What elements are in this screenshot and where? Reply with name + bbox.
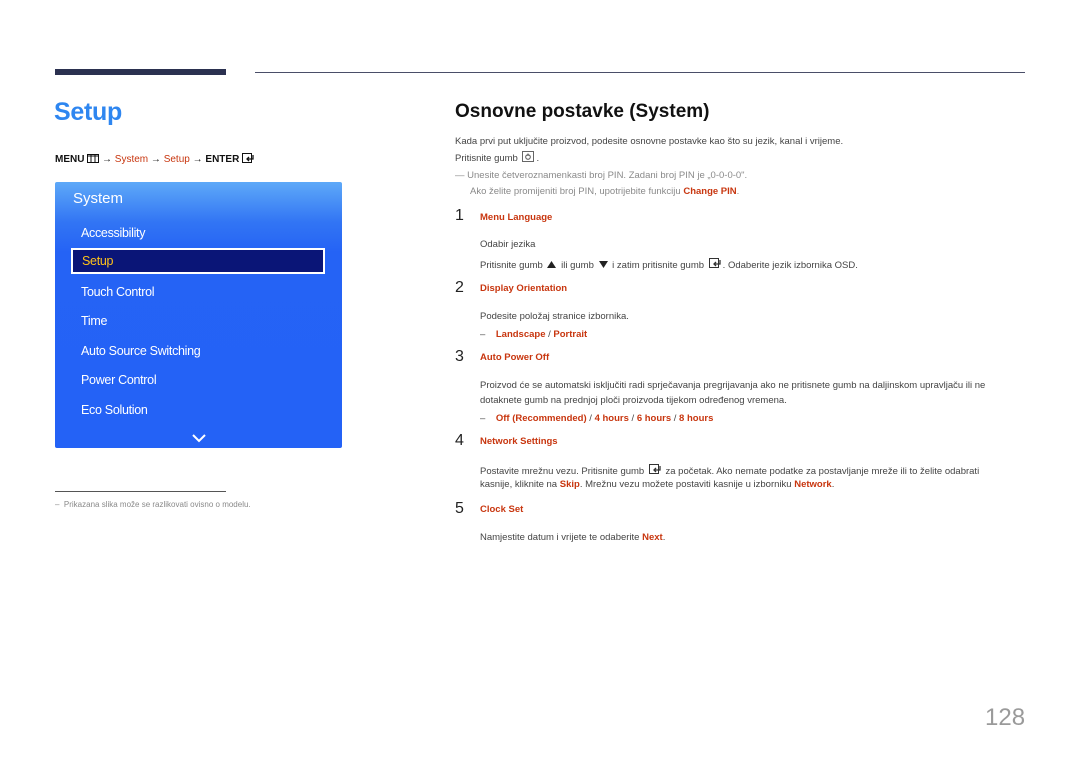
separator: / [589, 413, 592, 424]
menu-path-setup: Setup [163, 154, 190, 165]
power-button-icon [522, 151, 535, 162]
osd-item-auto-source-switching[interactable]: Auto Source Switching [81, 344, 201, 358]
page-title: Setup [54, 98, 122, 126]
item4-text-post: za početak. Ako nemate podatke za postav… [665, 466, 980, 477]
item3-line1: Proizvod će se automatski isključiti rad… [480, 380, 986, 391]
item4-text-pre: Postavite mrežnu vezu. Pritisnite gumb [480, 466, 645, 477]
item1-text-a: Pritisnite gumb [480, 260, 543, 271]
note-line-1: — Unesite četveroznamenkasti broj PIN. Z… [455, 170, 747, 181]
down-arrow-icon [598, 260, 608, 271]
note-text-1: Unesite četveroznamenkasti broj PIN. Zad… [467, 170, 748, 181]
menu-label: MENU [55, 154, 85, 165]
option-6-hours: 6 hours [636, 413, 672, 424]
menu-grid-icon [87, 154, 100, 166]
item-title-menu-language: Menu Language [480, 212, 553, 223]
osd-item-setup[interactable]: Setup [71, 248, 325, 274]
note-line-2: Ako želite promijeniti broj PIN, upotrij… [470, 186, 739, 197]
option-landscape: Landscape [495, 329, 546, 340]
item-number-3: 3 [455, 348, 464, 365]
up-arrow-icon [547, 260, 557, 271]
separator: / [631, 413, 635, 424]
osd-system-menu: System Accessibility Setup Touch Control… [55, 182, 342, 448]
osd-item-eco-solution[interactable]: Eco Solution [81, 403, 148, 417]
arrow: → [150, 154, 161, 165]
enter-icon [708, 258, 721, 271]
page-number: 128 [985, 704, 1026, 731]
separator: / [548, 329, 551, 340]
footnote-dash: – [55, 500, 60, 509]
item-number-1: 1 [455, 207, 464, 224]
item3-options: – Off (Recommended) / 4 hours / 6 hours … [480, 413, 713, 424]
osd-item-accessibility[interactable]: Accessibility [81, 226, 145, 240]
header-rule-thick [55, 69, 226, 75]
enter-icon [242, 153, 254, 166]
item5-text: Namjestite datum i vrijete te odaberite [480, 532, 640, 543]
item4-line2: kasnije, kliknite na Skip. Mrežnu vezu m… [480, 479, 834, 490]
menu-path-system: System [114, 154, 149, 165]
item5-line1: Namjestite datum i vrijete te odaberite … [480, 532, 665, 543]
intro-text: Pritisnite gumb [455, 153, 518, 164]
network-link: Network [794, 479, 832, 490]
option-4-hours: 4 hours [594, 413, 629, 424]
arrow: → [192, 154, 203, 165]
note-period: . [736, 186, 740, 197]
enter-icon [648, 464, 661, 477]
option-dash: – [480, 413, 486, 424]
option-8-hours: 8 hours [679, 413, 714, 424]
note-dash: — [455, 170, 465, 181]
intro-period: . [536, 153, 540, 164]
intro-line-2: Pritisnite gumb . [455, 151, 539, 164]
item1-text-c: i zatim pritisnite gumb [612, 260, 705, 271]
intro-line-1: Kada prvi put uključite proizvod, podesi… [455, 136, 844, 147]
section-title: Osnovne postavke (System) [455, 101, 710, 122]
item3-line2: dotaknete gumb na prednjoj ploči proizvo… [480, 395, 787, 406]
item-number-2: 2 [455, 279, 464, 296]
note-text-2: Ako želite promijeniti broj PIN, upotrij… [470, 186, 681, 197]
item4-line1: Postavite mrežnu vezu. Pritisnite gumb z… [480, 464, 979, 477]
item-title-display-orientation: Display Orientation [480, 283, 568, 294]
item-title-network-settings: Network Settings [480, 436, 558, 447]
item4-text-2-pre: kasnije, kliknite na [480, 479, 558, 490]
item-number-5: 5 [455, 500, 464, 517]
item-title-auto-power-off: Auto Power Off [480, 352, 550, 363]
item-number-4: 4 [455, 432, 464, 449]
chevron-down-icon[interactable] [192, 430, 206, 448]
osd-title: System [73, 190, 124, 207]
footnote: – Prikazana slika može se razlikovati ov… [55, 500, 251, 509]
osd-item-time[interactable]: Time [81, 314, 107, 328]
item2-line1: Podesite položaj stranice izbornika. [480, 311, 629, 322]
item1-text-d: . Odaberite jezik izbornika OSD. [722, 260, 858, 271]
footnote-text: Prikazana slika može se razlikovati ovis… [63, 500, 251, 509]
enter-label: ENTER [205, 154, 240, 165]
osd-item-touch-control[interactable]: Touch Control [81, 285, 155, 299]
item5-period: . [662, 532, 666, 543]
item1-line2: Pritisnite gumb ili gumb i zatim pritisn… [480, 258, 858, 271]
change-pin-link: Change PIN [683, 186, 737, 197]
menu-path-breadcrumb: MENU → System → Setup → ENTER [55, 153, 254, 166]
item1-text-b: ili gumb [561, 260, 594, 271]
next-link: Next [642, 532, 663, 543]
arrow: → [102, 154, 113, 165]
header-rule-thin [255, 72, 1025, 73]
item4-text-2-mid: . Mrežnu vezu možete postaviti kasnije u… [579, 479, 792, 490]
item4-period: . [831, 479, 835, 490]
option-dash: – [480, 329, 486, 340]
option-off-recommended: Off (Recommended) [495, 413, 587, 424]
item1-line1: Odabir jezika [480, 239, 536, 250]
footnote-rule [55, 491, 226, 492]
separator: / [673, 413, 677, 424]
option-portrait: Portrait [553, 329, 588, 340]
osd-item-power-control[interactable]: Power Control [81, 373, 157, 387]
skip-link: Skip [559, 479, 580, 490]
item-title-clock-set: Clock Set [480, 504, 524, 515]
item2-options: – Landscape / Portrait [480, 329, 587, 340]
